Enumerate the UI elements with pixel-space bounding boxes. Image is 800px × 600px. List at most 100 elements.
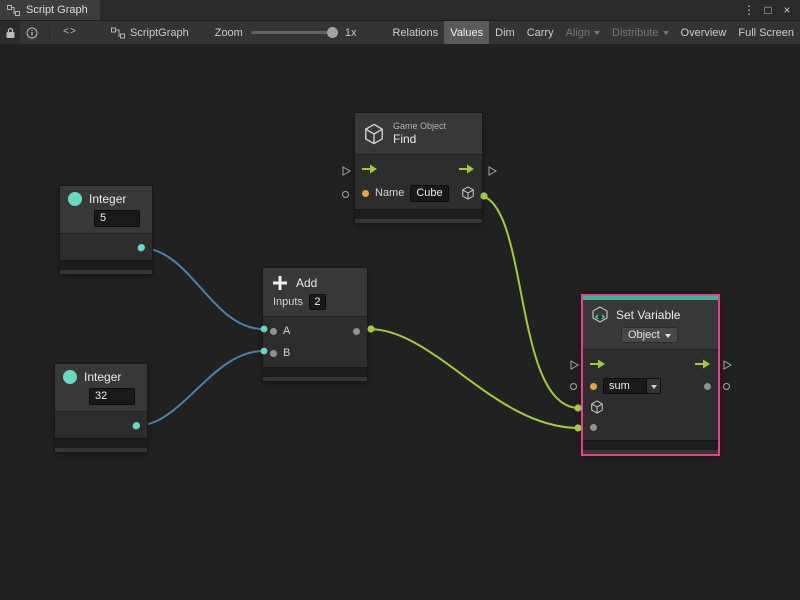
lock-button[interactable] [0, 21, 20, 44]
variable-name: sum [604, 380, 646, 392]
tab-title: Script Graph [26, 4, 88, 16]
variable-scope-dropdown[interactable]: Object [621, 327, 678, 343]
dim-button[interactable]: Dim [489, 21, 521, 44]
setvariable-name-port-marker[interactable] [570, 383, 577, 390]
node-resize-strip[interactable] [583, 450, 718, 454]
setvariable-flow-out-marker[interactable] [723, 360, 732, 370]
wire-integer5-to-add-a[interactable] [141, 248, 263, 329]
inputs-label: Inputs [273, 296, 303, 308]
node-category: Game Object [393, 121, 446, 131]
name-input-port[interactable] [362, 190, 369, 197]
relations-button[interactable]: Relations [386, 21, 444, 44]
input-a-label: A [283, 325, 290, 337]
variable-name-dropdown[interactable]: sum [603, 378, 661, 394]
info-icon [26, 27, 38, 39]
scope-label: Object [628, 329, 660, 341]
integer-output-port[interactable] [138, 244, 145, 251]
add-output-port[interactable] [353, 328, 360, 335]
integer-icon [68, 192, 82, 206]
graph-identity: ScriptGraph [111, 27, 189, 39]
set-variable-icon [591, 306, 609, 324]
align-label: Align [566, 27, 590, 39]
flow-input-port[interactable] [362, 164, 378, 174]
node-gameobject-find[interactable]: Game Object Find Name Cube [355, 113, 482, 223]
name-value-field[interactable]: Cube [410, 185, 448, 202]
variable-name-port[interactable] [590, 383, 597, 390]
zoom-value: 1x [345, 27, 357, 39]
integer-icon [63, 370, 77, 384]
window-menu-icon[interactable]: ⋮ [741, 1, 757, 19]
node-title: Add [296, 276, 317, 290]
script-graph-icon [111, 27, 125, 39]
flow-output-port[interactable] [459, 164, 475, 174]
dim-label: Dim [495, 27, 515, 39]
window-controls: ⋮ □ × [741, 0, 800, 20]
wire-add-to-setvariable-value[interactable] [369, 329, 579, 428]
graph-tab-icon [7, 5, 20, 16]
node-resize-strip[interactable] [55, 448, 147, 452]
graph-name-label: ScriptGraph [130, 27, 189, 39]
dropdown-caret-icon [663, 31, 669, 35]
tab-script-graph[interactable]: Script Graph [0, 0, 100, 20]
zoom-slider[interactable] [251, 31, 337, 34]
wire-find-to-setvariable-target[interactable] [478, 195, 579, 408]
dropdown-caret-icon [651, 385, 657, 389]
set-variable-output-port[interactable] [704, 383, 711, 390]
target-gameobject-port[interactable] [590, 400, 604, 414]
node-footer [583, 440, 718, 450]
value-input-port[interactable] [590, 424, 597, 431]
add-input-b-port[interactable] [270, 350, 277, 357]
node-footer [355, 209, 482, 219]
flow-output-port[interactable] [695, 359, 711, 369]
distribute-button[interactable]: Distribute [606, 21, 674, 44]
add-node-header: Add Inputs 2 [263, 268, 367, 316]
wire-endpoint[interactable] [574, 404, 581, 411]
close-icon[interactable]: × [779, 1, 795, 19]
relations-label: Relations [392, 27, 438, 39]
node-footer [263, 367, 367, 377]
node-integer-32[interactable]: Integer 32 [55, 364, 147, 452]
input-b-label: B [283, 347, 290, 359]
wire-endpoint[interactable] [367, 325, 374, 332]
param-label: Name [375, 187, 404, 199]
node-integer-5[interactable]: Integer 5 [60, 186, 152, 274]
node-resize-strip[interactable] [355, 219, 482, 223]
node-title: Set Variable [616, 308, 680, 322]
flow-input-port[interactable] [590, 359, 606, 369]
integer-value-field[interactable]: 32 [89, 388, 135, 405]
maximize-icon[interactable]: □ [760, 1, 776, 19]
node-resize-strip[interactable] [263, 377, 367, 381]
graph-toolbar: <> ScriptGraph Zoom 1x Relations Values … [0, 21, 800, 45]
find-name-port-marker[interactable] [342, 191, 349, 198]
carry-button[interactable]: Carry [521, 21, 560, 44]
wire-integer32-to-add-b[interactable] [136, 351, 263, 426]
find-flow-out-marker[interactable] [488, 166, 497, 176]
integer-node-header: Integer 5 [60, 186, 152, 233]
dropdown-caret-icon [665, 334, 671, 338]
overview-button[interactable]: Overview [675, 21, 733, 44]
values-button[interactable]: Values [444, 21, 489, 44]
carry-label: Carry [527, 27, 554, 39]
gameobject-output-port[interactable] [461, 186, 475, 200]
node-set-variable[interactable]: Set Variable Object sum [583, 296, 718, 454]
edit-graph-button[interactable]: <> [55, 21, 85, 44]
setvariable-flow-in-marker[interactable] [570, 360, 579, 370]
node-resize-strip[interactable] [60, 270, 152, 274]
node-add[interactable]: Add Inputs 2 A B [263, 268, 367, 381]
fullscreen-button[interactable]: Full Screen [732, 21, 800, 44]
titlebar: Script Graph ⋮ □ × [0, 0, 800, 21]
find-flow-in-marker[interactable] [342, 166, 351, 176]
dropdown-caret-icon [594, 31, 600, 35]
setvariable-output-port-marker[interactable] [723, 383, 730, 390]
integer-node-header: Integer 32 [55, 364, 147, 411]
find-node-header: Game Object Find [355, 113, 482, 154]
integer-value-field[interactable]: 5 [94, 210, 140, 227]
integer-output-port[interactable] [133, 422, 140, 429]
zoom-knob[interactable] [327, 27, 338, 38]
align-button[interactable]: Align [560, 21, 606, 44]
wire-endpoint[interactable] [574, 424, 581, 431]
inputs-count-field[interactable]: 2 [309, 294, 326, 310]
info-button[interactable] [20, 21, 44, 44]
add-input-a-port[interactable] [270, 328, 277, 335]
overview-label: Overview [681, 27, 727, 39]
